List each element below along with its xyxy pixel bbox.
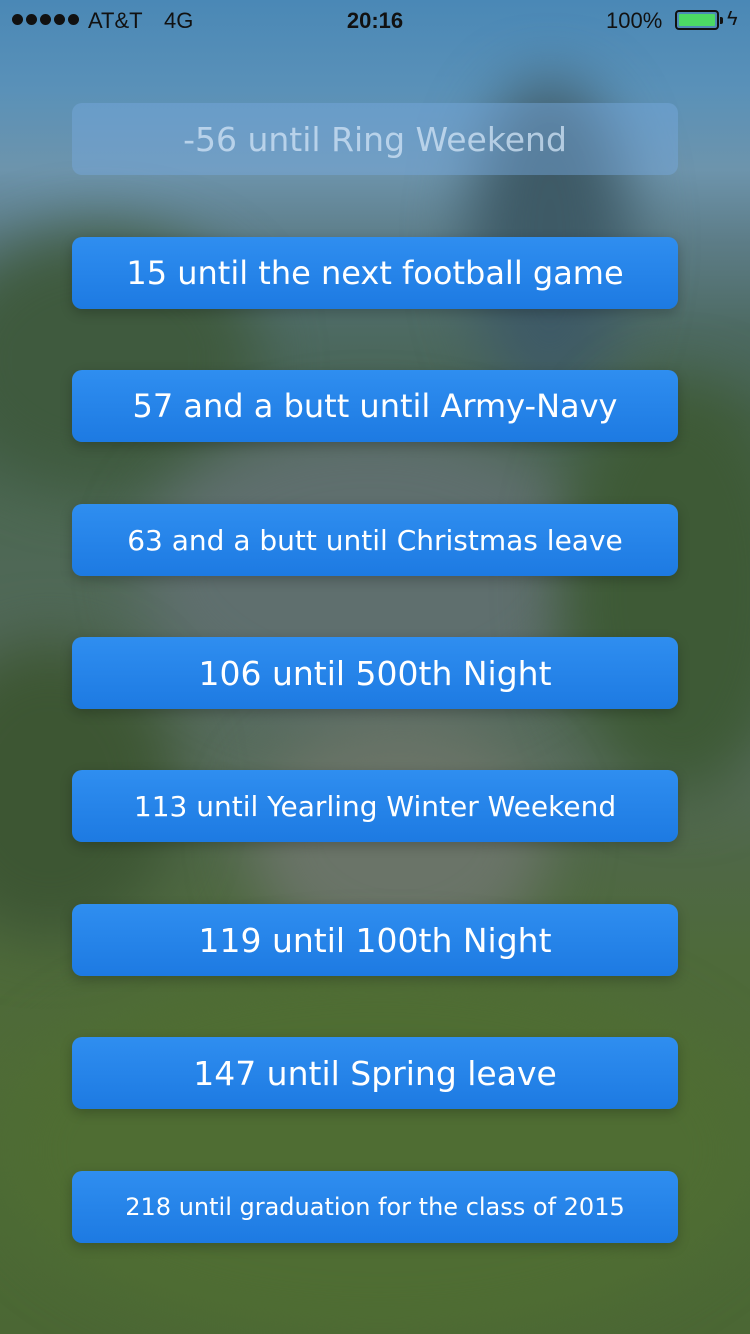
countdown-button-army-navy[interactable]: 57 and a butt until Army-Navy [72,370,678,442]
countdown-button-ring-weekend[interactable]: -56 until Ring Weekend [72,103,678,175]
countdown-button-yearling-winter-weekend[interactable]: 113 until Yearling Winter Weekend [72,770,678,842]
countdown-button-christmas-leave[interactable]: 63 and a butt until Christmas leave [72,504,678,576]
battery-icon [675,10,723,30]
battery-level-fill [679,14,715,26]
status-bar: AT&T 4G 20:16 100% ϟ [0,0,750,40]
charging-bolt-icon: ϟ [727,8,738,30]
countdown-button-graduation[interactable]: 218 until graduation for the class of 20… [72,1171,678,1243]
countdown-button-100th-night[interactable]: 119 until 100th Night [72,904,678,976]
battery-percent: 100% [606,8,663,33]
countdown-button-500th-night[interactable]: 106 until 500th Night [72,637,678,709]
countdown-button-spring-leave[interactable]: 147 until Spring leave [72,1037,678,1109]
countdown-button-football-game[interactable]: 15 until the next football game [72,237,678,309]
